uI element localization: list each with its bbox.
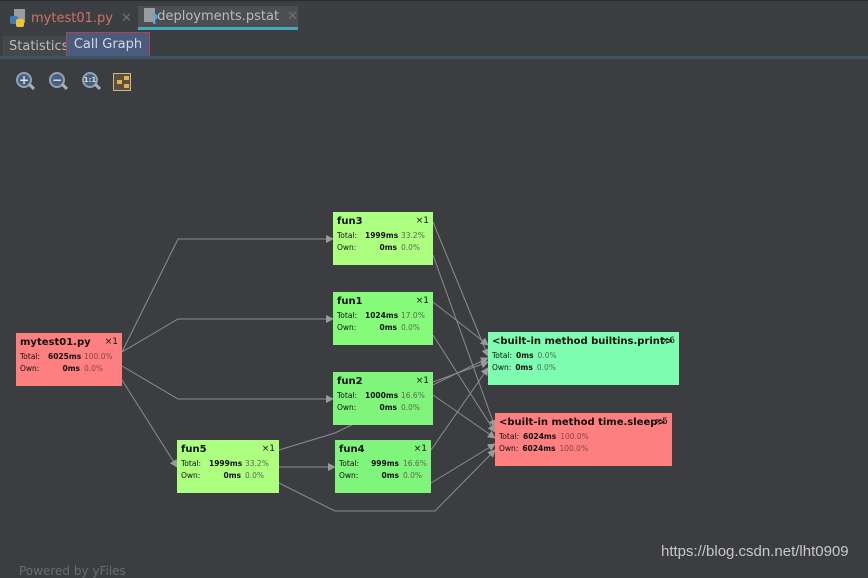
total-percent: 0.0% xyxy=(537,351,557,360)
node-own-row: Own: 6024ms 100.0% xyxy=(499,444,668,453)
own-percent: 0.0% xyxy=(401,323,421,332)
own-percent: 0.0% xyxy=(245,471,265,480)
total-label: Total: xyxy=(492,351,513,360)
own-percent: 0.0% xyxy=(403,471,423,480)
node-call-count: ×1 xyxy=(415,296,429,306)
total-time: 1000ms xyxy=(365,391,399,400)
node-title: <built-in method builtins.print> xyxy=(492,336,674,347)
own-label: Own: xyxy=(339,471,359,480)
own-label: Own: xyxy=(20,364,40,373)
node-own-row: Own: 0ms 0.0% xyxy=(492,363,675,372)
edge-fun4-to-print xyxy=(430,367,489,451)
total-percent: 16.6% xyxy=(403,459,427,468)
total-label: Total: xyxy=(337,231,358,240)
total-label: Total: xyxy=(20,352,41,361)
own-time: 0ms xyxy=(515,363,533,372)
own-percent: 0.0% xyxy=(401,403,421,412)
own-time: 0ms xyxy=(379,243,398,252)
watermark: https://blog.csdn.net/lht0909 xyxy=(661,543,849,560)
node-title: mytest01.py xyxy=(20,337,91,348)
own-label: Own: xyxy=(337,323,357,332)
total-label: Total: xyxy=(499,432,520,441)
node-own-row: Own: 0ms 0.0% xyxy=(181,471,275,480)
node-total-row: Total: 1000ms 16.6% xyxy=(337,391,429,400)
node-total-row: Total: 6024ms 100.0% xyxy=(499,432,668,441)
own-percent: 0.0% xyxy=(536,363,556,372)
total-percent: 100.0% xyxy=(84,352,113,361)
own-time: 0ms xyxy=(379,323,398,332)
total-time: 6025ms xyxy=(48,352,82,361)
own-label: Own: xyxy=(337,403,357,412)
total-label: Total: xyxy=(181,459,202,468)
node-call-count: ×5 xyxy=(654,417,668,427)
node-title: <built-in method time.sleep> xyxy=(499,417,666,428)
total-time: 999ms xyxy=(371,459,399,468)
total-percent: 17.0% xyxy=(401,311,425,320)
node-call-count: ×6 xyxy=(661,336,675,346)
node-own-row: Own: 0ms 0.0% xyxy=(337,403,429,412)
total-label: Total: xyxy=(339,459,360,468)
node-call-count: ×1 xyxy=(415,376,429,386)
edge-fun4-to-sleep xyxy=(430,443,496,484)
powered-by-label: Powered by yFiles xyxy=(19,564,126,578)
node-own-row: Own: 0ms 0.0% xyxy=(337,323,429,332)
total-time: 1024ms xyxy=(365,311,399,320)
total-time: 1999ms xyxy=(209,459,243,468)
graph-node-sleep[interactable]: <built-in method time.sleep> ×5 Total: 6… xyxy=(495,413,672,466)
node-call-count: ×1 xyxy=(261,444,275,454)
graph-node-fun1[interactable]: fun1 ×1 Total: 1024ms 17.0% Own: 0ms 0.0… xyxy=(333,292,433,345)
graph-node-fun5[interactable]: fun5 ×1 Total: 1999ms 33.2% Own: 0ms 0.0… xyxy=(177,440,279,493)
node-own-row: Own: 0ms 0.0% xyxy=(339,471,427,480)
total-label: Total: xyxy=(337,391,358,400)
graph-node-fun3[interactable]: fun3 ×1 Total: 1999ms 33.2% Own: 0ms 0.0… xyxy=(333,212,433,265)
node-total-row: Total: 1999ms 33.2% xyxy=(181,459,275,468)
own-label: Own: xyxy=(337,243,357,252)
own-time: 6024ms xyxy=(522,444,556,453)
own-time: 0ms xyxy=(223,471,242,480)
total-percent: 33.2% xyxy=(245,459,269,468)
node-call-count: ×1 xyxy=(104,337,118,347)
graph-node-mytest01[interactable]: mytest01.py ×1 Total: 6025ms 100.0% Own:… xyxy=(16,333,122,386)
own-percent: 0.0% xyxy=(84,364,104,373)
graph-node-fun2[interactable]: fun2 ×1 Total: 1000ms 16.6% Own: 0ms 0.0… xyxy=(333,372,433,425)
total-percent: 33.2% xyxy=(401,231,425,240)
own-time: 0ms xyxy=(379,403,398,412)
node-total-row: Total: 999ms 16.6% xyxy=(339,459,427,468)
node-call-count: ×1 xyxy=(413,444,427,454)
own-label: Own: xyxy=(499,444,519,453)
graph-node-print[interactable]: <built-in method builtins.print> ×6 Tota… xyxy=(488,332,679,385)
own-label: Own: xyxy=(181,471,201,480)
total-time: 0ms xyxy=(516,351,534,360)
node-total-row: Total: 6025ms 100.0% xyxy=(20,352,118,361)
total-time: 6024ms xyxy=(523,432,557,441)
node-total-row: Total: 1999ms 33.2% xyxy=(337,231,429,240)
total-label: Total: xyxy=(337,311,358,320)
own-label: Own: xyxy=(492,363,512,372)
own-time: 0ms xyxy=(62,364,81,373)
graph-node-fun4[interactable]: fun4 ×1 Total: 999ms 16.6% Own: 0ms 0.0% xyxy=(335,440,431,493)
edge-mytest01-to-fun3 xyxy=(121,235,334,353)
total-time: 1999ms xyxy=(365,231,399,240)
total-percent: 16.6% xyxy=(401,391,425,400)
call-graph-edges xyxy=(121,221,497,512)
edge-fun3-to-print xyxy=(432,221,490,357)
total-percent: 100.0% xyxy=(560,432,589,441)
edge-fun1-to-print xyxy=(432,301,489,346)
own-time: 0ms xyxy=(381,471,400,480)
edge-mytest01-to-fun1 xyxy=(121,315,334,353)
node-call-count: ×1 xyxy=(415,216,429,226)
node-total-row: Total: 1024ms 17.0% xyxy=(337,311,429,320)
node-own-row: Own: 0ms 0.0% xyxy=(20,364,118,373)
node-total-row: Total: 0ms 0.0% xyxy=(492,351,675,360)
edge-mytest01-to-fun2 xyxy=(121,365,334,403)
own-percent: 100.0% xyxy=(559,444,589,453)
node-own-row: Own: 0ms 0.0% xyxy=(337,243,429,252)
own-percent: 0.0% xyxy=(401,243,421,252)
